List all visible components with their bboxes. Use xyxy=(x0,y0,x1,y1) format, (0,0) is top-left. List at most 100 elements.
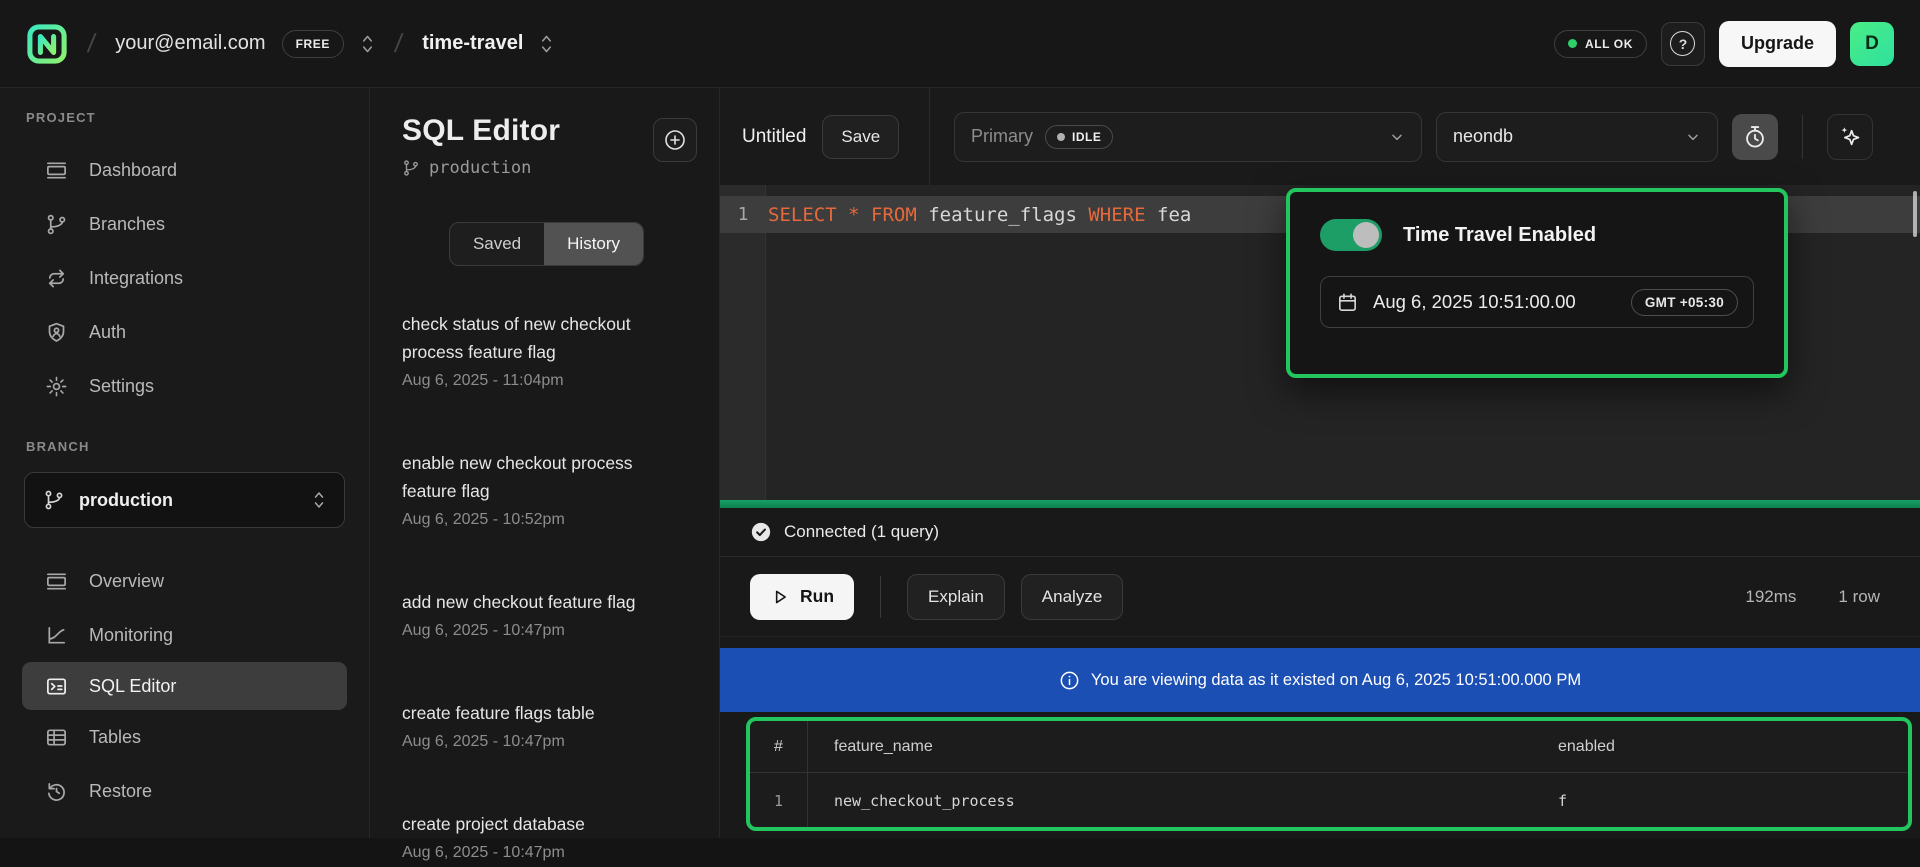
sidebar-item-monitoring[interactable]: Monitoring xyxy=(0,608,369,662)
breadcrumb-separator: / xyxy=(86,28,98,59)
branch-selector-value: production xyxy=(79,490,173,511)
neon-logo-icon[interactable] xyxy=(26,23,68,65)
sidebar-item-label: Integrations xyxy=(89,268,183,289)
sql-editor-panel: SQL Editor production Saved History chec… xyxy=(370,88,720,838)
history-item-date: Aug 6, 2025 - 10:47pm xyxy=(402,839,674,867)
sidebar-item-label: SQL Editor xyxy=(89,676,176,697)
history-item[interactable]: add new checkout feature flag Aug 6, 202… xyxy=(402,588,674,645)
new-query-button[interactable] xyxy=(653,118,697,162)
account-email[interactable]: your@email.com xyxy=(115,32,265,55)
sidebar: PROJECT Dashboard Branches Integrations … xyxy=(0,88,370,838)
sidebar-item-overview[interactable]: Overview xyxy=(0,554,369,608)
column-header-index: # xyxy=(750,721,808,772)
time-travel-datetime-field[interactable]: Aug 6, 2025 10:51:00.00 GMT +05:30 xyxy=(1320,276,1754,328)
idle-dot xyxy=(1057,133,1065,141)
explain-button[interactable]: Explain xyxy=(907,574,1005,620)
analyze-button[interactable]: Analyze xyxy=(1021,574,1123,620)
history-item-title: check status of new checkout process fea… xyxy=(402,310,674,366)
branch-icon xyxy=(45,213,68,236)
time-travel-toggle[interactable] xyxy=(1320,219,1382,251)
save-button[interactable]: Save xyxy=(822,115,899,159)
branch-icon xyxy=(43,489,65,511)
ai-assist-button[interactable] xyxy=(1827,114,1873,160)
column-header-enabled: enabled xyxy=(1532,738,1908,756)
topbar: / your@email.com FREE / time-travel ALL … xyxy=(0,0,1920,88)
time-travel-toggle-label: Time Travel Enabled xyxy=(1403,224,1596,247)
main-area: Untitled Save Primary IDLE neondb xyxy=(720,88,1920,838)
editor-header: Untitled Save Primary IDLE neondb xyxy=(720,88,1920,185)
sidebar-item-label: Settings xyxy=(89,376,154,397)
plan-badge: FREE xyxy=(282,30,344,58)
table-row[interactable]: 1 new_checkout_process f xyxy=(750,773,1908,828)
time-travel-button[interactable] xyxy=(1732,114,1778,160)
auth-shield-icon xyxy=(45,321,68,344)
status-dot xyxy=(1568,39,1577,48)
sidebar-item-restore[interactable]: Restore xyxy=(0,764,369,818)
play-icon xyxy=(770,587,790,607)
sidebar-item-tables[interactable]: Tables xyxy=(0,710,369,764)
branch-section-label: BRANCH xyxy=(0,439,369,454)
actions-divider xyxy=(880,576,881,618)
column-header-feature-name: feature_name xyxy=(808,738,1532,756)
sidebar-item-label: Tables xyxy=(89,727,141,748)
info-icon xyxy=(1059,670,1080,691)
chevron-up-down-icon xyxy=(312,490,326,510)
upgrade-button[interactable]: Upgrade xyxy=(1719,21,1836,67)
breadcrumb-separator: / xyxy=(393,28,405,59)
compute-selector[interactable]: Primary IDLE xyxy=(954,112,1422,162)
project-selector-chevron[interactable] xyxy=(539,33,554,55)
editor-toolbar: Primary IDLE neondb xyxy=(930,88,1920,185)
history-item[interactable]: enable new checkout process feature flag… xyxy=(402,449,674,534)
account-selector-chevron[interactable] xyxy=(360,33,375,55)
sql-statement: SELECT * FROM feature_flags WHERE fea xyxy=(768,204,1191,226)
history-item-title: add new checkout feature flag xyxy=(402,588,674,616)
sidebar-item-integrations[interactable]: Integrations xyxy=(0,251,369,305)
connection-status-bar: Connected (1 query) xyxy=(720,508,1920,557)
query-tab[interactable]: Untitled Save xyxy=(720,88,930,185)
help-button[interactable]: ? xyxy=(1661,22,1705,66)
sparkle-icon xyxy=(1837,124,1863,150)
sidebar-item-dashboard[interactable]: Dashboard xyxy=(0,143,369,197)
terminal-icon xyxy=(45,675,68,698)
history-item-date: Aug 6, 2025 - 10:52pm xyxy=(402,506,674,534)
run-button[interactable]: Run xyxy=(750,574,854,620)
history-item[interactable]: check status of new checkout process fea… xyxy=(402,310,674,395)
history-item-title: enable new checkout process feature flag xyxy=(402,449,674,505)
chevron-down-icon xyxy=(1685,129,1701,145)
sidebar-item-label: Dashboard xyxy=(89,160,177,181)
history-item[interactable]: create project database Aug 6, 2025 - 10… xyxy=(402,810,674,867)
compute-name: Primary xyxy=(971,126,1033,147)
tab-saved[interactable]: Saved xyxy=(450,223,544,265)
panel-branch: production xyxy=(402,158,691,178)
sidebar-item-auth[interactable]: Auth xyxy=(0,305,369,359)
query-tab-title: Untitled xyxy=(742,126,806,148)
datetime-value: Aug 6, 2025 10:51:00.00 xyxy=(1373,291,1576,313)
results-resize-handle[interactable] xyxy=(720,500,1920,508)
sidebar-item-label: Branches xyxy=(89,214,165,235)
sidebar-item-sql-editor[interactable]: SQL Editor xyxy=(22,662,347,710)
time-travel-banner: You are viewing data as it existed on Au… xyxy=(720,648,1920,712)
cell-feature-name: new_checkout_process xyxy=(808,792,1532,810)
history-item-date: Aug 6, 2025 - 11:04pm xyxy=(402,367,674,395)
results-table: # feature_name enabled 1 new_checkout_pr… xyxy=(746,717,1912,831)
history-item[interactable]: create feature flags table Aug 6, 2025 -… xyxy=(402,699,674,756)
project-name[interactable]: time-travel xyxy=(422,32,523,55)
connection-status-text: Connected (1 query) xyxy=(784,522,939,542)
line-number: 1 xyxy=(720,204,766,225)
database-selector[interactable]: neondb xyxy=(1436,112,1718,162)
time-travel-banner-text: You are viewing data as it existed on Au… xyxy=(1091,671,1581,690)
scrollbar-thumb[interactable] xyxy=(1913,191,1917,237)
branch-icon xyxy=(402,159,420,177)
sidebar-item-label: Monitoring xyxy=(89,625,173,646)
sidebar-item-settings[interactable]: Settings xyxy=(0,359,369,413)
sidebar-item-branches[interactable]: Branches xyxy=(0,197,369,251)
row-index: 1 xyxy=(750,773,808,828)
cell-enabled: f xyxy=(1532,792,1908,810)
run-label: Run xyxy=(800,586,834,607)
status-badge[interactable]: ALL OK xyxy=(1554,30,1647,58)
branch-selector[interactable]: production xyxy=(24,472,345,528)
history-item-date: Aug 6, 2025 - 10:47pm xyxy=(402,617,674,645)
avatar[interactable]: D xyxy=(1850,22,1894,66)
project-section-label: PROJECT xyxy=(0,110,369,125)
tab-history[interactable]: History xyxy=(544,223,643,265)
